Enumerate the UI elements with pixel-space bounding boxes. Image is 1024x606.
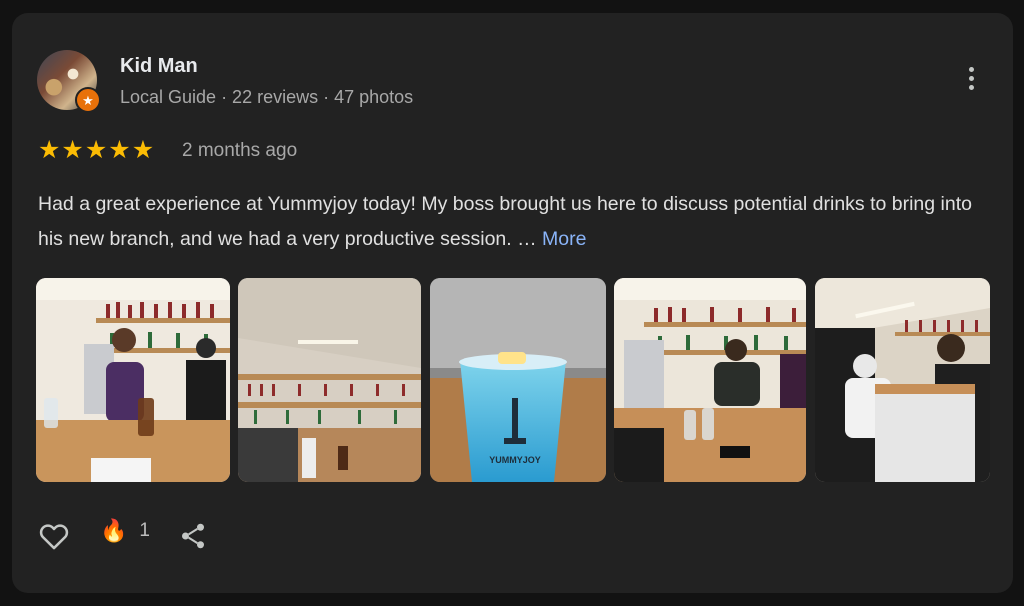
more-options-icon[interactable] [956,61,986,95]
review-time: 2 months ago [182,140,298,161]
star-icon: ★ [131,136,155,164]
reviewer-name[interactable]: Kid Man [120,55,198,78]
heart-icon [39,524,69,550]
review-card: ★ Kid Man Local Guide · 22 reviews · 47 … [12,13,1013,593]
review-photo-4[interactable] [614,278,806,482]
fire-icon: 🔥 [100,518,128,543]
review-photo-5[interactable] [815,278,990,482]
local-guide-badge-icon: ★ [75,87,101,113]
review-text: Had a great experience at Yummyjoy today… [38,193,972,250]
review-photo-1[interactable] [36,278,230,482]
star-icon: ★ [108,136,131,164]
review-photo-3[interactable]: YUMMYJOY [430,278,606,482]
reaction-button[interactable]: 🔥 1 [100,520,150,542]
like-button[interactable] [37,519,71,553]
review-text-block: Had a great experience at Yummyjoy today… [38,187,978,257]
star-rating: ★ ★ ★ ★ ★ [38,138,154,163]
star-icon: ★ [38,136,61,164]
review-photo-2[interactable] [238,278,421,482]
share-button[interactable] [178,520,210,552]
cup-logo-text: YUMMYJOY [489,455,541,465]
star-icon: ★ [61,136,84,164]
more-link[interactable]: More [542,228,586,250]
reaction-count: 1 [139,520,150,541]
share-icon [182,523,204,549]
reviewer-meta: Local Guide · 22 reviews · 47 photos [120,87,414,107]
star-icon: ★ [84,136,108,164]
